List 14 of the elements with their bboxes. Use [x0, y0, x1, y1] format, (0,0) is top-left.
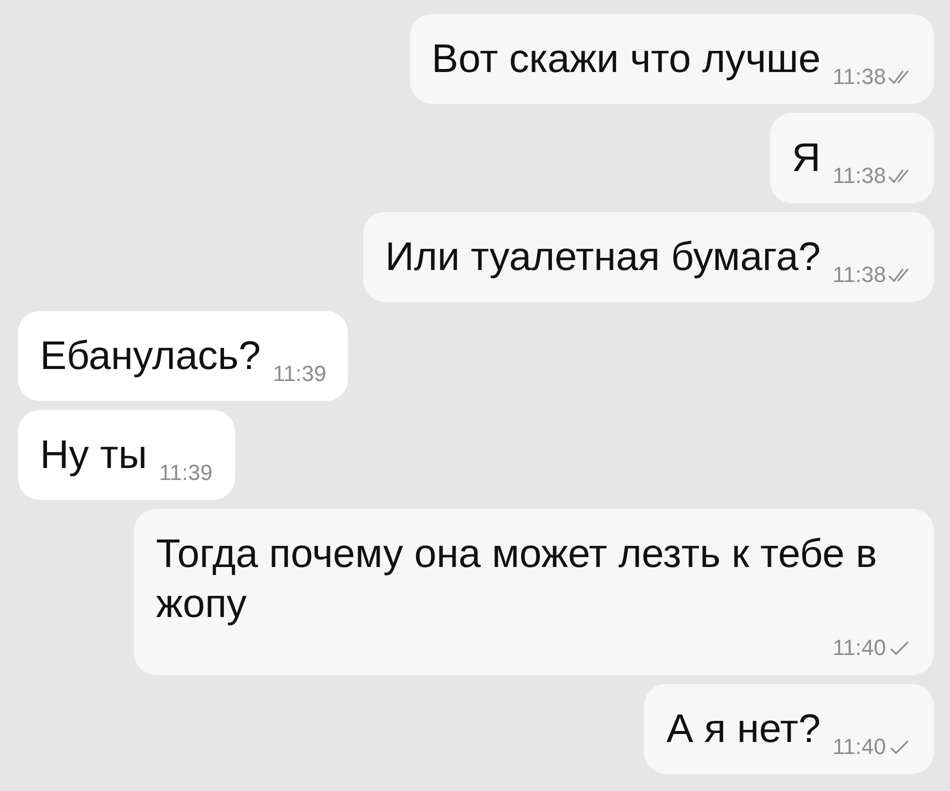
message-text: Или туалетная бумага? [385, 234, 821, 281]
message-time: 11:39 [272, 361, 326, 387]
message-text: А я нет? [666, 706, 821, 753]
message-time: 11:39 [159, 460, 212, 486]
message-time: 11:38 [832, 64, 886, 90]
message-text: Тогда почему она может лезть к тебе в жопу [156, 531, 878, 628]
message-time: 11:38 [832, 262, 886, 288]
message-text: Ну ты [40, 432, 148, 479]
message-time: 11:40 [832, 635, 886, 661]
message-text: Ебанулась? [40, 333, 261, 380]
message-time: 11:38 [832, 163, 886, 189]
message-text: Вот скажи что лучше [432, 36, 821, 83]
message-text: Я [792, 135, 821, 182]
message-time: 11:40 [832, 734, 886, 760]
